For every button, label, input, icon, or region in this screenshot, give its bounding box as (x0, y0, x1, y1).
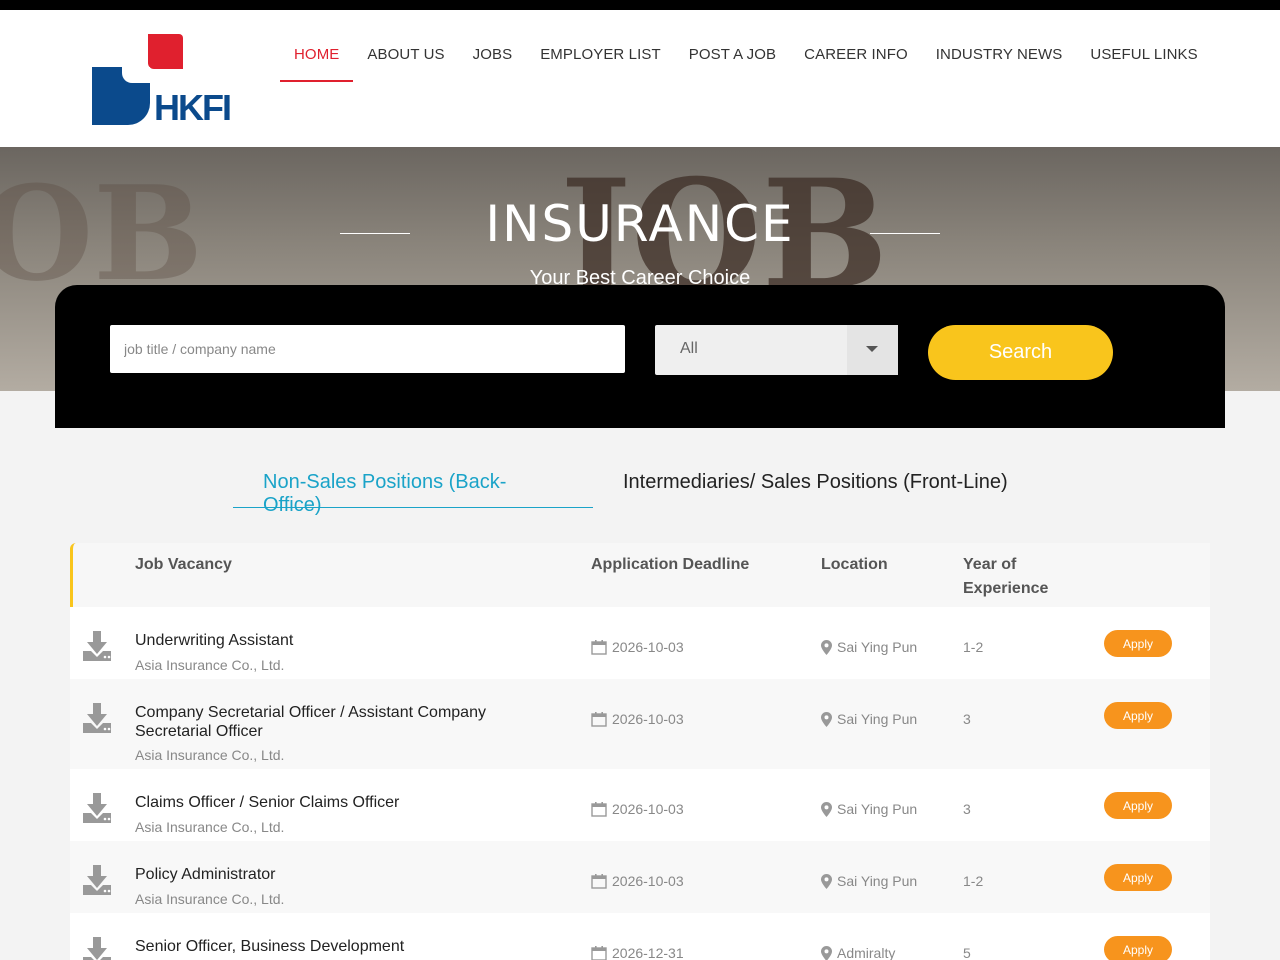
map-pin-icon (821, 711, 832, 727)
location-text: Sai Ying Pun (837, 639, 918, 655)
location: Sai Ying Pun (821, 711, 917, 727)
logo-red-square (148, 34, 183, 69)
table-row: Claims Officer / Senior Claims Officer A… (70, 769, 1210, 841)
deadline: 2026-10-03 (591, 711, 684, 727)
experience: 1-2 (963, 873, 984, 889)
search-button[interactable]: Search (928, 325, 1113, 380)
deadline-text: 2026-10-03 (612, 639, 684, 655)
calendar-icon (591, 640, 607, 655)
category-select[interactable]: All (655, 325, 898, 375)
category-select-toggle[interactable] (847, 325, 898, 375)
nav-industry-news[interactable]: INDUSTRY NEWS (922, 20, 1077, 82)
map-pin-icon (821, 639, 832, 655)
tab-sales[interactable]: Intermediaries/ Sales Positions (Front-L… (593, 455, 1038, 508)
apply-button[interactable]: Apply (1104, 630, 1172, 657)
experience: 5 (963, 945, 971, 960)
table-row: Company Secretarial Officer / Assistant … (70, 679, 1210, 769)
nav-employer-list[interactable]: EMPLOYER LIST (526, 20, 675, 82)
calendar-icon (591, 946, 607, 960)
deadline-text: 2026-10-03 (612, 711, 684, 727)
location: Admiralty (821, 945, 895, 960)
main-nav: HOME ABOUT US JOBS EMPLOYER LIST POST A … (280, 20, 1212, 82)
table-row: Senior Officer, Business Development 202… (70, 913, 1210, 960)
table-row: Underwriting Assistant Asia Insurance Co… (70, 607, 1210, 679)
deadline: 2026-10-03 (591, 639, 684, 655)
job-title-link[interactable]: Underwriting Assistant (135, 631, 555, 650)
download-icon[interactable] (82, 791, 116, 825)
category-select-value: All (680, 340, 698, 357)
job-table: Job Vacancy Application Deadline Locatio… (70, 543, 1210, 960)
nav-post-a-job[interactable]: POST A JOB (675, 20, 790, 82)
apply-button[interactable]: Apply (1104, 702, 1172, 729)
job-title-link[interactable]: Company Secretarial Officer / Assistant … (135, 703, 555, 741)
experience: 3 (963, 711, 971, 727)
nav-home[interactable]: HOME (280, 20, 354, 82)
apply-button[interactable]: Apply (1104, 792, 1172, 819)
nav-career-info[interactable]: CAREER INFO (790, 20, 922, 82)
deadline-text: 2026-12-31 (612, 945, 684, 960)
job-title-link[interactable]: Policy Administrator (135, 865, 555, 884)
calendar-icon (591, 874, 607, 889)
company-name: Asia Insurance Co., Ltd. (135, 819, 285, 835)
hkfi-logo[interactable]: HKFI (92, 34, 232, 126)
experience: 3 (963, 801, 971, 817)
header-experience-line2: Experience (963, 580, 1049, 597)
deadline-text: 2026-10-03 (612, 801, 684, 817)
header-location: Location (821, 556, 888, 573)
download-icon[interactable] (82, 629, 116, 663)
nav-useful-links[interactable]: USEFUL LINKS (1076, 20, 1211, 82)
location-text: Sai Ying Pun (837, 801, 918, 817)
location-text: Sai Ying Pun (837, 873, 918, 889)
tab-non-sales[interactable]: Non-Sales Positions (Back-Office) (233, 455, 593, 516)
apply-button[interactable]: Apply (1104, 936, 1172, 960)
header-experience: Year of Experience (963, 553, 1048, 601)
search-input[interactable] (110, 325, 625, 373)
header-experience-line1: Year of (963, 556, 1017, 573)
nav-jobs[interactable]: JOBS (459, 20, 527, 82)
download-icon[interactable] (82, 935, 116, 960)
nav-about-us[interactable]: ABOUT US (353, 20, 458, 82)
location-text: Sai Ying Pun (837, 711, 918, 727)
header-job-vacancy: Job Vacancy (135, 556, 232, 573)
download-icon[interactable] (82, 863, 116, 897)
table-row: Policy Administrator Asia Insurance Co.,… (70, 841, 1210, 913)
map-pin-icon (821, 945, 832, 960)
deadline: 2026-10-03 (591, 801, 684, 817)
logo-notch (122, 67, 150, 83)
job-title-link[interactable]: Claims Officer / Senior Claims Officer (135, 793, 555, 812)
apply-button[interactable]: Apply (1104, 864, 1172, 891)
top-black-bar (0, 0, 1280, 10)
chevron-down-icon (866, 346, 878, 352)
company-name: Asia Insurance Co., Ltd. (135, 747, 285, 763)
location: Sai Ying Pun (821, 639, 917, 655)
company-name: Asia Insurance Co., Ltd. (135, 891, 285, 907)
header-deadline: Application Deadline (591, 556, 750, 573)
experience: 1-2 (963, 639, 984, 655)
map-pin-icon (821, 801, 832, 817)
calendar-icon (591, 802, 607, 817)
location: Sai Ying Pun (821, 873, 917, 889)
location: Sai Ying Pun (821, 801, 917, 817)
site-header: HKFI HOME ABOUT US JOBS EMPLOYER LIST PO… (0, 10, 1280, 147)
location-text: Admiralty (837, 945, 896, 960)
job-title-link[interactable]: Senior Officer, Business Development (135, 937, 555, 956)
search-panel: All Search (55, 285, 1225, 428)
position-tabs: Non-Sales Positions (Back-Office) Interm… (233, 455, 1038, 516)
calendar-icon (591, 712, 607, 727)
hero-title: INSURANCE (485, 195, 795, 253)
deadline: 2026-10-03 (591, 873, 684, 889)
deadline: 2026-12-31 (591, 945, 684, 960)
logo-wordmark: HKFI (154, 87, 232, 128)
download-icon[interactable] (82, 701, 116, 735)
company-name: Asia Insurance Co., Ltd. (135, 657, 285, 673)
map-pin-icon (821, 873, 832, 889)
table-header: Job Vacancy Application Deadline Locatio… (70, 543, 1210, 607)
deadline-text: 2026-10-03 (612, 873, 684, 889)
